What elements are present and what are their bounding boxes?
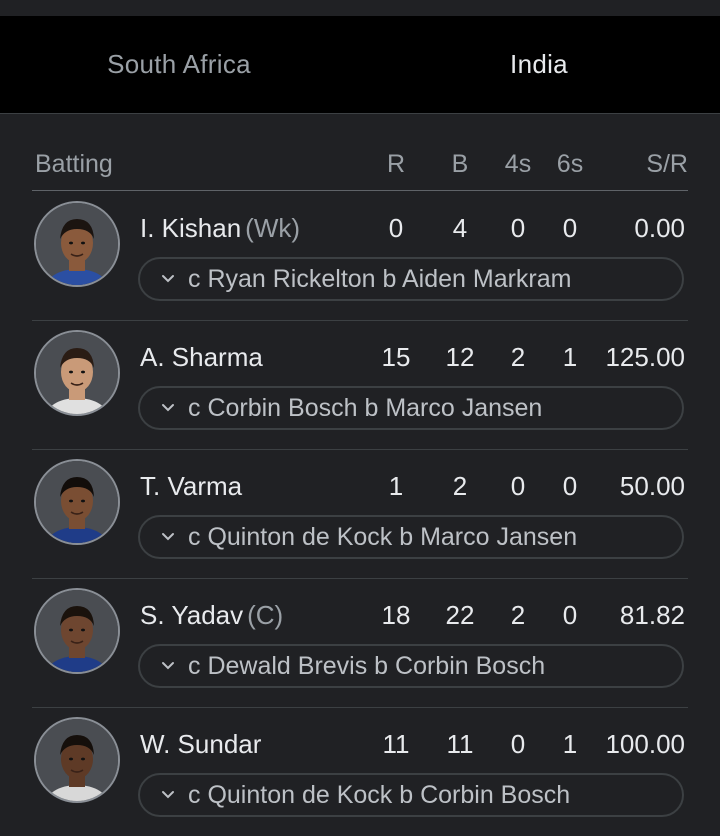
header-fours: 4s: [504, 150, 532, 178]
dismissal-toggle[interactable]: c Quinton de Kock b Corbin Bosch: [138, 773, 684, 817]
balls-value: 22: [445, 600, 475, 630]
strike-rate-value: 0.00: [634, 213, 685, 243]
batter-name[interactable]: W. Sundar: [140, 729, 265, 760]
table-row: W. Sundar 11 11 0 1 100.00 c Quinton de Kock b…: [32, 707, 688, 836]
dismissal-text: c Quinton de Kock b Corbin Bosch: [188, 780, 571, 809]
batter-name-text: I. Kishan: [140, 213, 242, 243]
table-row: I. Kishan (Wk) 0 4 0 0 0.00 c Ryan Rickelton b …: [32, 191, 688, 321]
batter-role: (C): [247, 600, 284, 630]
table-row: A. Sharma 15 12 2 1 125.00 c Corbin Bosch b Ma…: [32, 320, 688, 450]
fours-value: 2: [510, 342, 526, 372]
batter-role: (Wk): [245, 213, 301, 243]
strike-rate-value: 81.82: [619, 600, 685, 630]
fours-value: 0: [510, 213, 526, 243]
table-header: Batting R B 4s 6s S/R: [32, 150, 688, 191]
chevron-down-icon: [162, 533, 174, 541]
chevron-down-icon: [162, 275, 174, 283]
table-row: T. Varma 1 2 0 0 50.00 c Quinton de Kock b Mar…: [32, 449, 688, 579]
header-runs: R: [386, 150, 406, 178]
balls-value: 11: [446, 729, 474, 759]
strike-rate-value: 100.00: [605, 729, 685, 759]
batting-scorecard: Batting R B 4s 6s S/R I. Kishan (Wk) 0 4 0 0 0…: [0, 114, 720, 836]
fours-value: 0: [510, 729, 526, 759]
dismissal-toggle[interactable]: c Ryan Rickelton b Aiden Markram: [138, 257, 684, 301]
player-avatar[interactable]: [34, 717, 120, 803]
dismissal-text: c Dewald Brevis b Corbin Bosch: [188, 651, 546, 680]
dismissal-toggle[interactable]: c Corbin Bosch b Marco Jansen: [138, 386, 684, 430]
tab-south-africa[interactable]: South Africa: [0, 16, 358, 113]
balls-value: 2: [452, 471, 468, 501]
player-avatar[interactable]: [34, 330, 120, 416]
dismissal-toggle[interactable]: c Quinton de Kock b Marco Jansen: [138, 515, 684, 559]
runs-value: 0: [388, 213, 404, 243]
player-avatar[interactable]: [34, 201, 120, 287]
chevron-down-icon: [162, 662, 174, 670]
tab-india[interactable]: India: [358, 16, 720, 113]
batter-name-text: A. Sharma: [140, 342, 263, 372]
fours-value: 2: [510, 600, 526, 630]
header-batting: Batting: [35, 150, 113, 178]
dismissal-toggle[interactable]: c Dewald Brevis b Corbin Bosch: [138, 644, 684, 688]
table-row: S. Yadav (C) 18 22 2 0 81.82 c Dewald Brevis b …: [32, 578, 688, 708]
chevron-down-icon: [162, 791, 174, 799]
header-balls: B: [451, 150, 469, 178]
batter-name[interactable]: I. Kishan (Wk): [140, 213, 300, 244]
runs-value: 18: [381, 600, 411, 630]
strike-rate-value: 125.00: [605, 342, 685, 372]
runs-value: 11: [382, 729, 410, 759]
strike-rate-value: 50.00: [619, 471, 685, 501]
batter-name[interactable]: S. Yadav (C): [140, 600, 283, 631]
dismissal-text: c Ryan Rickelton b Aiden Markram: [188, 264, 572, 293]
batter-name-text: T. Varma: [140, 471, 243, 501]
dismissal-text: c Corbin Bosch b Marco Jansen: [188, 393, 543, 422]
team-tabs: South Africa India: [0, 16, 720, 128]
runs-value: 1: [388, 471, 404, 501]
player-avatar[interactable]: [34, 459, 120, 545]
fours-value: 0: [510, 471, 526, 501]
player-avatar[interactable]: [34, 588, 120, 674]
batter-name-text: S. Yadav: [140, 600, 244, 630]
balls-value: 12: [445, 342, 475, 372]
top-strip: [0, 0, 720, 16]
batter-name[interactable]: T. Varma: [140, 471, 246, 502]
header-sixes: 6s: [556, 150, 584, 178]
header-strike-rate: S/R: [646, 150, 688, 178]
balls-value: 4: [452, 213, 468, 243]
dismissal-text: c Quinton de Kock b Marco Jansen: [188, 522, 578, 551]
runs-value: 15: [381, 342, 411, 372]
batter-name[interactable]: A. Sharma: [140, 342, 267, 373]
chevron-down-icon: [162, 404, 174, 412]
batter-name-text: W. Sundar: [140, 729, 262, 759]
